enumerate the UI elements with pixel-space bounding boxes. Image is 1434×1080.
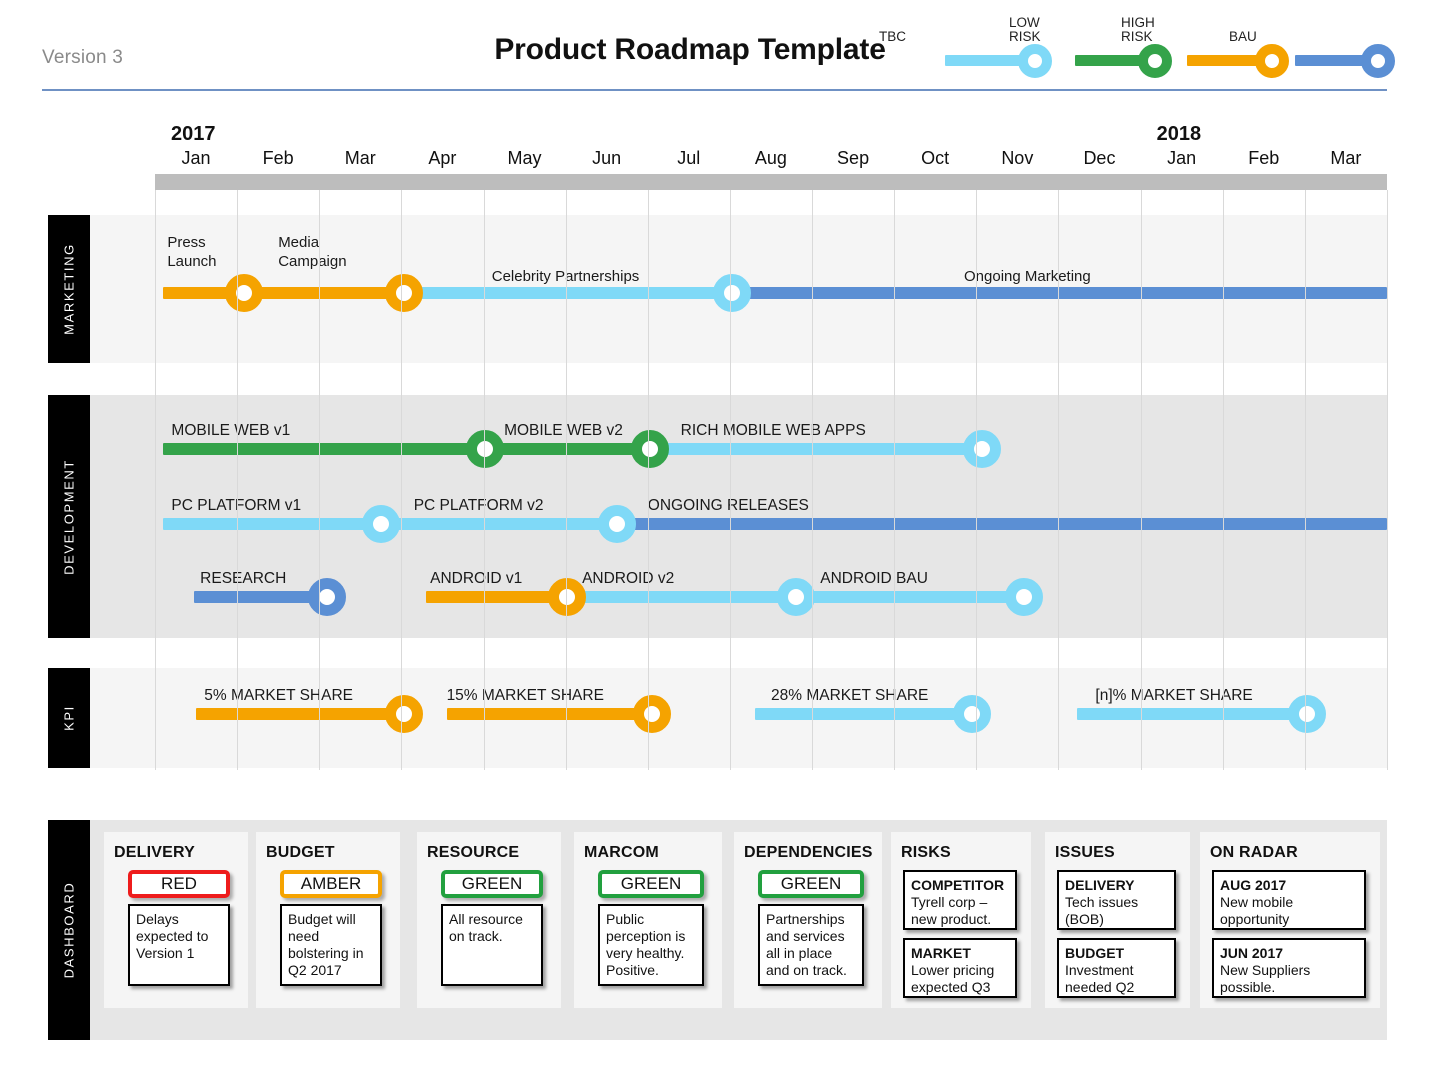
month-label-0: Jan: [181, 148, 211, 168]
legend-label: HIGH RISK: [1121, 15, 1155, 44]
lane-label-kpi: KPI: [48, 668, 90, 768]
info-card: DELIVERY Tech issues (BOB): [1057, 870, 1176, 930]
month-label-11: Dec: [1083, 148, 1116, 168]
info-card-heading: COMPETITOR: [911, 877, 1005, 893]
month-label-9: Oct: [921, 148, 950, 168]
month-label-2: Mar: [344, 148, 376, 168]
legend-milestone-icon: [1018, 44, 1052, 78]
month-label-8: Sep: [837, 148, 870, 168]
dashboard-panel-budget: BUDGET AMBER Budget will need bolstering i…: [256, 832, 400, 1008]
status-note: Budget will need bolstering in Q2 2017: [280, 904, 382, 986]
month-label-7: Aug: [754, 148, 787, 168]
year-label-2017: 2017: [171, 123, 216, 145]
header-divider: [42, 89, 1387, 91]
status-badge[interactable]: RED: [128, 870, 230, 898]
info-card-body: New mobile opportunity: [1220, 894, 1294, 927]
gridline: [976, 190, 977, 770]
info-card-body: Lower pricing expected Q3: [911, 962, 995, 995]
legend-label: TBC: [879, 29, 906, 44]
legend: TBC LOW RISK HIGH RISK BAU: [879, 12, 1405, 82]
lane-label-marketing: MARKETING: [48, 215, 90, 363]
legend-milestone-icon: [1138, 44, 1172, 78]
info-card: COMPETITOR Tyrell corp – new product.: [903, 870, 1017, 930]
dashboard-panel-title: RESOURCE: [427, 844, 520, 861]
gridline: [648, 190, 649, 770]
gridline: [237, 190, 238, 770]
gridline: [155, 190, 156, 770]
legend-label: LOW RISK: [1009, 15, 1041, 44]
info-card-body: New Suppliers possible.: [1220, 962, 1311, 995]
month-label-6: Jul: [677, 148, 701, 168]
info-card-heading: DELIVERY: [1065, 877, 1135, 893]
status-badge[interactable]: AMBER: [280, 870, 382, 898]
lane-label-text: MARKETING: [61, 243, 77, 335]
gridline: [319, 190, 320, 770]
year-label-2018: 2018: [1156, 123, 1202, 145]
timeline-gray-band: [155, 174, 1387, 190]
page-header: Version 3 Product Roadmap Template TBC LO…: [0, 0, 1434, 95]
gridline: [401, 190, 402, 770]
dashboard-panel-resource: RESOURCE GREEN All resource on track.: [417, 832, 561, 1008]
dashboard-lane-label: DASHBOARD: [48, 820, 90, 1040]
status-note: Public perception is very healthy. Posit…: [598, 904, 704, 986]
gridline: [730, 190, 731, 770]
gridline: [1058, 190, 1059, 770]
info-card-heading: MARKET: [911, 945, 971, 961]
dashboard-panel-title: ISSUES: [1055, 844, 1115, 861]
dashboard-panel-title: DELIVERY: [114, 844, 196, 861]
info-card-heading: JUN 2017: [1220, 945, 1284, 961]
dashboard-panel-container: DELIVERY RED Delays expected to Version 1 B…: [90, 820, 1387, 1040]
info-card-body: Tyrell corp – new product.: [911, 894, 992, 927]
dashboard-panel-risks: RISKS COMPETITOR Tyrell corp – new product…: [891, 832, 1031, 1008]
info-card: BUDGET Investment needed Q2: [1057, 938, 1176, 998]
status-badge[interactable]: GREEN: [598, 870, 704, 898]
legend-milestone-icon: [1255, 44, 1289, 78]
gridline: [894, 190, 895, 770]
gridline: [1387, 190, 1388, 770]
dashboard-panel-dependencies: DEPENDENCIES GREEN Partnerships and servic…: [734, 832, 882, 1008]
dashboard-panel-title: RISKS: [901, 844, 951, 861]
month-label-4: May: [507, 148, 542, 168]
gridline: [484, 190, 485, 770]
status-badge[interactable]: GREEN: [441, 870, 543, 898]
dashboard-panel-title: DEPENDENCIES: [744, 844, 873, 861]
dashboard-lane-label-text: DASHBOARD: [61, 881, 77, 979]
status-note: Partnerships and services all in place a…: [758, 904, 864, 986]
info-card-body: Tech issues (BOB): [1065, 894, 1139, 927]
info-card: AUG 2017 New mobile opportunity: [1212, 870, 1366, 930]
month-label-12: Jan: [1167, 148, 1197, 168]
month-label-1: Feb: [262, 148, 294, 168]
status-badge[interactable]: GREEN: [758, 870, 864, 898]
lane-label-text: DEVELOPMENT: [61, 458, 77, 575]
month-label-14: Mar: [1330, 148, 1362, 168]
month-label-5: Jun: [592, 148, 622, 168]
month-label-13: Feb: [1248, 148, 1280, 168]
timeline-gridlines: [155, 190, 1388, 770]
info-card-heading: AUG 2017: [1220, 877, 1287, 893]
month-label-3: Apr: [428, 148, 457, 168]
lane-label-development: DEVELOPMENT: [48, 395, 90, 638]
status-note: All resource on track.: [441, 904, 543, 986]
legend-label: BAU: [1229, 29, 1257, 44]
month-label-10: Nov: [1001, 148, 1034, 168]
info-card-body: Investment needed Q2: [1065, 962, 1135, 995]
dashboard-panel-issues: ISSUES DELIVERY Tech issues (BOB) BUDGET Inv…: [1045, 832, 1190, 1008]
dashboard-panel-delivery: DELIVERY RED Delays expected to Version 1: [104, 832, 248, 1008]
dashboard-panel-title: MARCOM: [584, 844, 659, 861]
gridline: [1223, 190, 1224, 770]
gridline: [566, 190, 567, 770]
info-card-heading: BUDGET: [1065, 945, 1125, 961]
dashboard-panel-title: ON RADAR: [1210, 844, 1298, 861]
gridline: [812, 190, 813, 770]
lane-label-text: KPI: [61, 705, 77, 731]
legend-milestone-icon: [1361, 44, 1395, 78]
gridline: [1141, 190, 1142, 770]
status-note: Delays expected to Version 1: [128, 904, 230, 986]
dashboard-panel-on-radar: ON RADAR AUG 2017 New mobile opportunity JU…: [1200, 832, 1380, 1008]
dashboard-panel-title: BUDGET: [266, 844, 335, 861]
dashboard-panel-marcom: MARCOM GREEN Public perception is very hea…: [574, 832, 722, 1008]
info-card: JUN 2017 New Suppliers possible.: [1212, 938, 1366, 998]
info-card: MARKET Lower pricing expected Q3: [903, 938, 1017, 998]
gridline: [1305, 190, 1306, 770]
